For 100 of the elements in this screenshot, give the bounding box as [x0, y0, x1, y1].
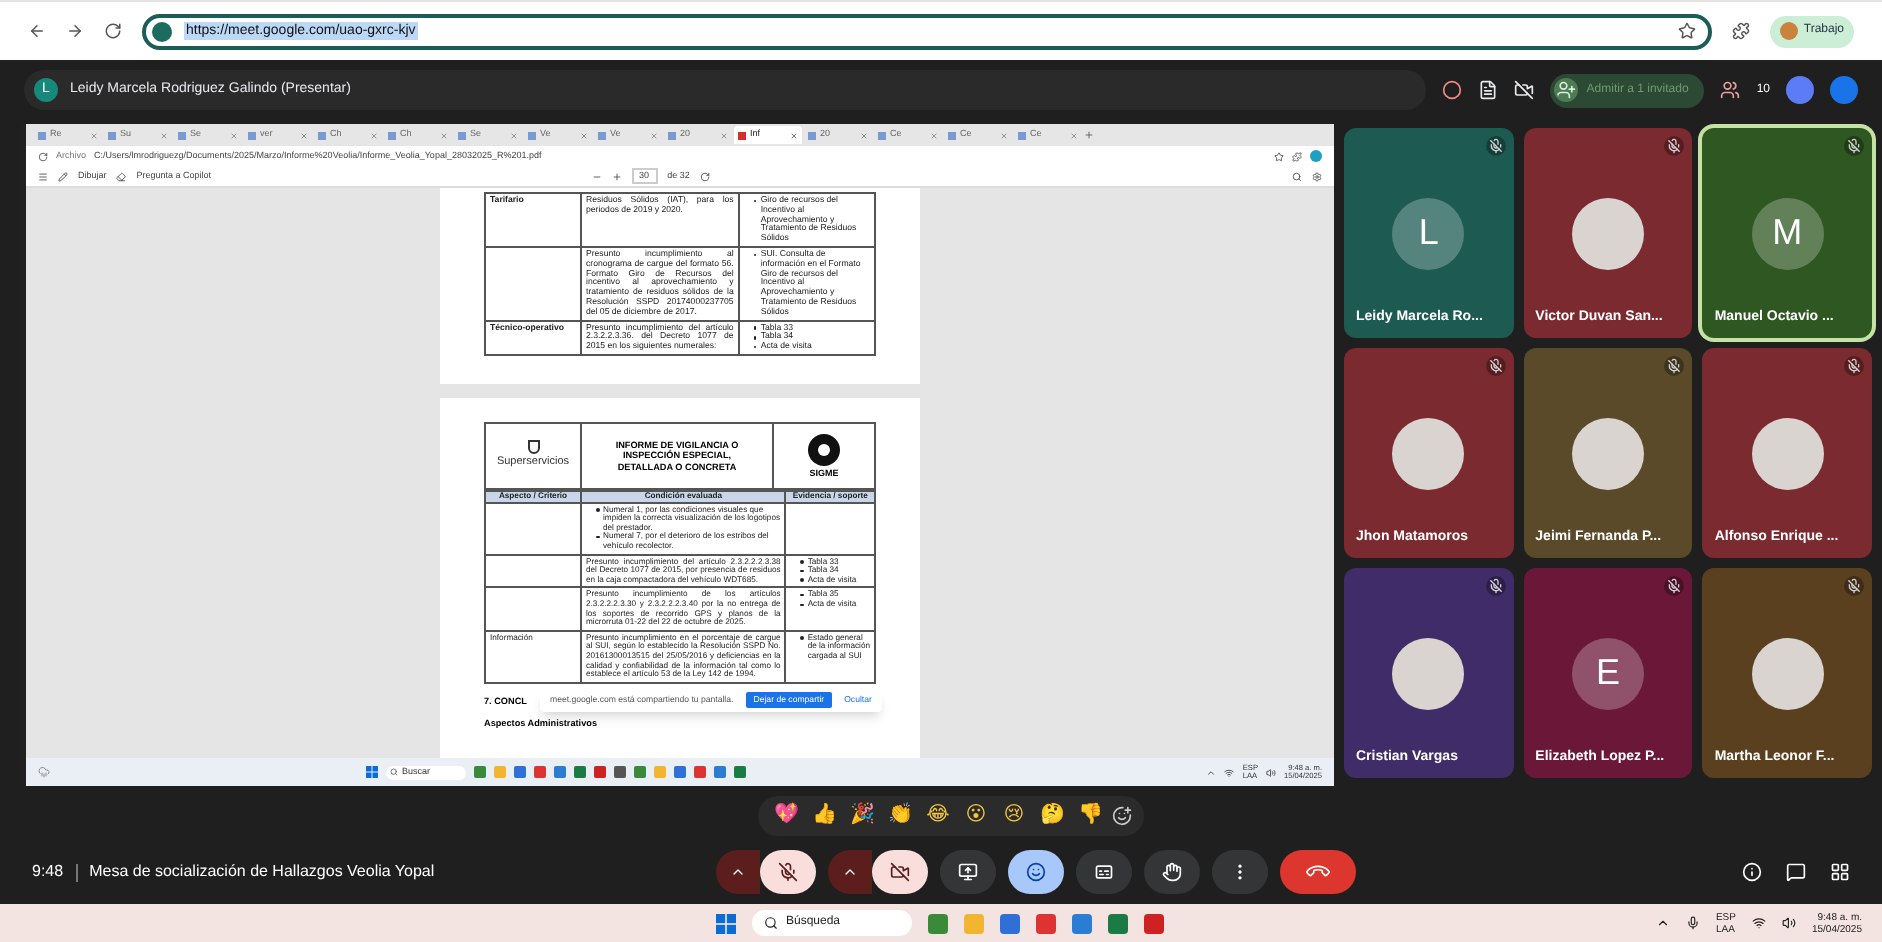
back-icon[interactable]	[28, 22, 46, 40]
eraser-icon[interactable]	[116, 171, 127, 181]
table-cell	[485, 587, 581, 631]
windows-logo-icon[interactable]	[716, 913, 736, 933]
tab-favicon-icon	[668, 131, 676, 139]
volume-icon[interactable]	[1265, 767, 1276, 777]
favorite-icon[interactable]	[1274, 151, 1284, 161]
record-icon[interactable]	[1442, 80, 1463, 100]
hand-icon	[1162, 862, 1182, 882]
reaction-button[interactable]: 👎	[1074, 799, 1106, 831]
settings-icon[interactable]	[1312, 171, 1322, 181]
reactions-button[interactable]	[1008, 850, 1064, 894]
wifi-icon[interactable]	[1224, 767, 1235, 777]
avatar-photo-placeholder	[1392, 637, 1465, 709]
weather-icon[interactable]	[38, 766, 50, 778]
tab-favicon-icon	[458, 131, 466, 139]
forward-icon[interactable]	[66, 22, 84, 40]
tab-favicon-icon	[598, 131, 606, 139]
table-cell	[485, 554, 581, 588]
tab-favicon-icon	[1018, 131, 1026, 139]
bookmark-star-icon[interactable]	[1677, 22, 1696, 40]
highlight-icon[interactable]	[58, 171, 68, 181]
initial-avatar: M	[1751, 197, 1824, 269]
tab-favicon-icon	[878, 131, 886, 139]
camera-icon	[890, 862, 910, 882]
present-icon	[958, 862, 978, 882]
mic-icon	[778, 862, 798, 882]
reload-icon[interactable]	[104, 22, 122, 40]
rotate-icon[interactable]	[699, 171, 710, 181]
add-person-icon	[1554, 78, 1579, 102]
reactions-icon	[1026, 862, 1046, 882]
meeting-title: Mesa de socialización de Hallazgos Veolia Yopal	[89, 860, 435, 884]
initial-avatar: E	[1571, 637, 1644, 709]
avatar-photo-placeholder	[1392, 417, 1465, 489]
camera-off-icon[interactable]	[1514, 80, 1535, 100]
meeting-time: 9:48	[32, 860, 64, 884]
reload-icon[interactable]	[38, 151, 48, 161]
activities-icon[interactable]	[1830, 862, 1850, 882]
chat-icon[interactable]	[1786, 862, 1806, 882]
avatar-photo-placeholder	[1751, 417, 1824, 489]
wifi-icon[interactable]	[1751, 916, 1766, 930]
muted-mic-icon	[1664, 356, 1685, 376]
caret-icon	[730, 864, 746, 880]
reaction-button[interactable]: 😢	[998, 799, 1030, 831]
present-screen-button[interactable]	[940, 850, 996, 894]
notes-icon[interactable]	[1478, 80, 1499, 100]
reaction-button[interactable]: 💖	[770, 799, 802, 831]
microphone-button[interactable]	[760, 850, 816, 894]
tab-favicon-icon	[738, 131, 746, 139]
zoom-out-icon[interactable]	[591, 171, 602, 181]
raise-hand-button[interactable]	[1144, 850, 1200, 894]
camera-button[interactable]	[872, 850, 928, 894]
tab-favicon-icon	[528, 131, 536, 139]
tab-favicon-icon	[108, 131, 116, 139]
reaction-button[interactable]: 😂	[922, 799, 954, 831]
reaction-button[interactable]: 🎉	[846, 799, 878, 831]
muted-mic-icon	[1843, 576, 1864, 596]
meeting-info-icon[interactable]	[1742, 862, 1762, 882]
profile-avatar	[1779, 22, 1798, 40]
zoom-in-icon[interactable]	[611, 171, 622, 181]
muted-mic-icon	[1485, 576, 1506, 596]
reaction-button[interactable]: 😮	[960, 799, 992, 831]
search-icon[interactable]	[1292, 171, 1302, 181]
avatar-photo-placeholder	[1571, 417, 1644, 489]
muted-mic-icon	[1664, 576, 1685, 596]
search-icon	[764, 916, 778, 930]
volume-icon[interactable]	[1781, 916, 1796, 930]
edge-logo-icon[interactable]	[1310, 150, 1322, 162]
table-cell	[485, 247, 581, 321]
muted-mic-icon	[1843, 356, 1864, 376]
leave-call-button[interactable]	[1280, 850, 1356, 894]
caret-icon	[842, 864, 858, 880]
muted-mic-icon	[1843, 136, 1864, 156]
windows-logo-icon[interactable]	[366, 766, 378, 778]
extensions-icon[interactable]	[1292, 151, 1302, 161]
reaction-button[interactable]: 👍	[808, 799, 840, 831]
site-info-icon[interactable]	[152, 21, 172, 41]
chevron-up-icon[interactable]	[1655, 916, 1670, 930]
shield-icon	[527, 440, 539, 455]
reaction-button[interactable]: 🤔	[1036, 799, 1068, 831]
menu-icon[interactable]	[38, 171, 48, 181]
avatar-photo-placeholder	[1751, 637, 1824, 709]
tab-favicon-icon	[178, 131, 186, 139]
reaction-button[interactable]: 👏	[884, 799, 916, 831]
tab-favicon-icon	[248, 131, 256, 139]
avatar-photo-placeholder	[1571, 197, 1644, 269]
microphone-icon[interactable]	[1685, 916, 1700, 930]
add-reaction-icon[interactable]	[1112, 805, 1132, 825]
people-icon[interactable]	[1720, 80, 1741, 100]
seal-logo-icon	[806, 431, 842, 468]
muted-mic-icon	[1664, 136, 1685, 156]
extensions-icon[interactable]	[1731, 22, 1750, 40]
tab-favicon-icon	[388, 131, 396, 139]
new-tab-icon[interactable]	[1084, 130, 1094, 140]
initial-avatar: L	[1392, 197, 1465, 269]
captions-icon	[1094, 862, 1114, 882]
tab-favicon-icon	[948, 131, 956, 139]
tab-favicon-icon	[318, 131, 326, 139]
captions-button[interactable]	[1076, 850, 1132, 894]
tab-favicon-icon	[808, 131, 816, 139]
